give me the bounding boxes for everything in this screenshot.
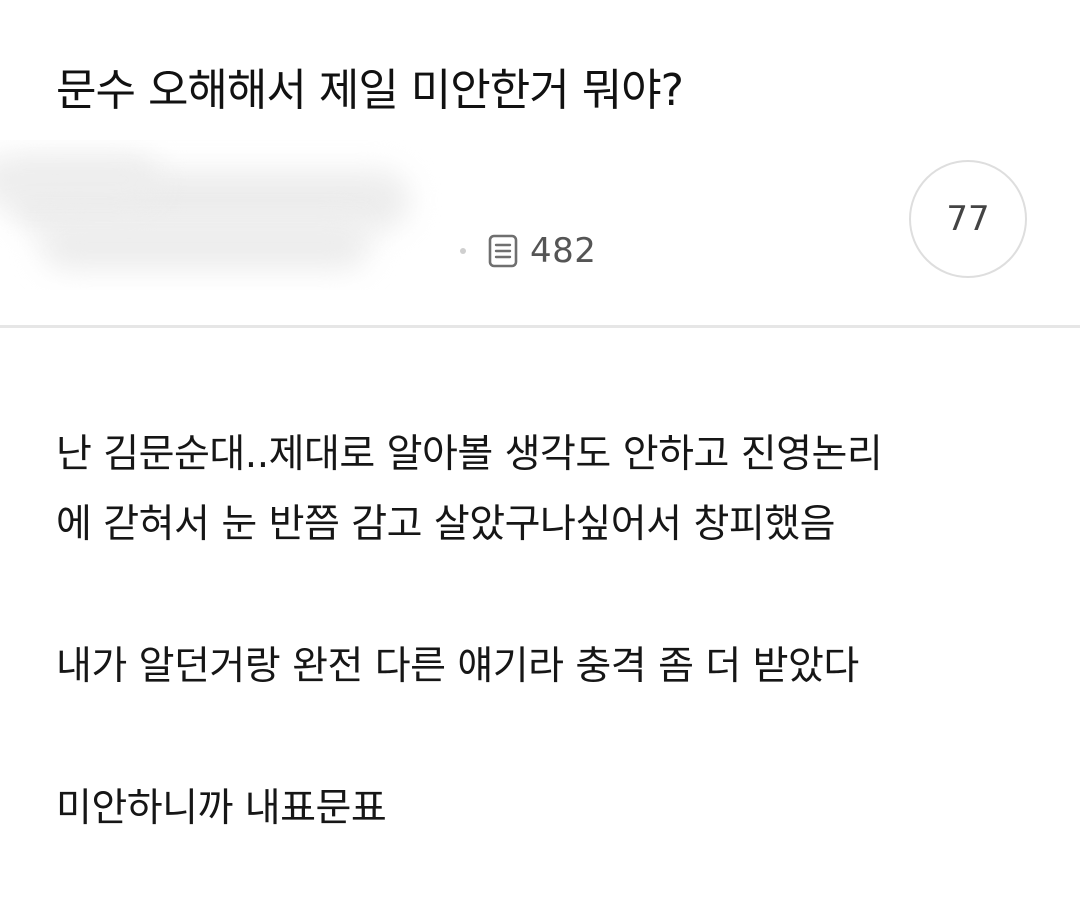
post-meta: 482 — [460, 226, 596, 276]
view-count: 482 — [530, 231, 597, 271]
post-header: 문수 오해해서 제일 미안한거 뭐야? 482 77 — [0, 0, 1080, 326]
document-icon — [488, 234, 518, 268]
body-paragraph: 미안하니까 내표문표 — [56, 774, 1046, 844]
body-line: 내가 알던거랑 완전 다른 얘기라 충격 좀 더 받았다 — [56, 644, 859, 689]
body-line: 난 김문순대..제대로 알아볼 생각도 안하고 진영논리 — [56, 432, 883, 477]
author-info-redacted — [0, 140, 470, 290]
body-paragraph: 내가 알던거랑 완전 다른 얘기라 충격 좀 더 받았다 — [56, 632, 1046, 702]
body-line: 에 갇혀서 눈 반쯤 감고 살았구나싶어서 창피했음 — [56, 502, 835, 547]
post-body: 난 김문순대..제대로 알아볼 생각도 안하고 진영논리 에 갇혀서 눈 반쯤 … — [56, 420, 1046, 844]
meta-separator-dot — [460, 248, 466, 254]
body-paragraph: 난 김문순대..제대로 알아볼 생각도 안하고 진영논리 에 갇혀서 눈 반쯤 … — [56, 420, 1046, 560]
header-divider — [0, 325, 1080, 328]
post-title: 문수 오해해서 제일 미안한거 뭐야? — [56, 65, 684, 116]
body-line: 미안하니까 내표문표 — [56, 786, 387, 831]
comment-count-button[interactable]: 77 — [909, 160, 1027, 278]
